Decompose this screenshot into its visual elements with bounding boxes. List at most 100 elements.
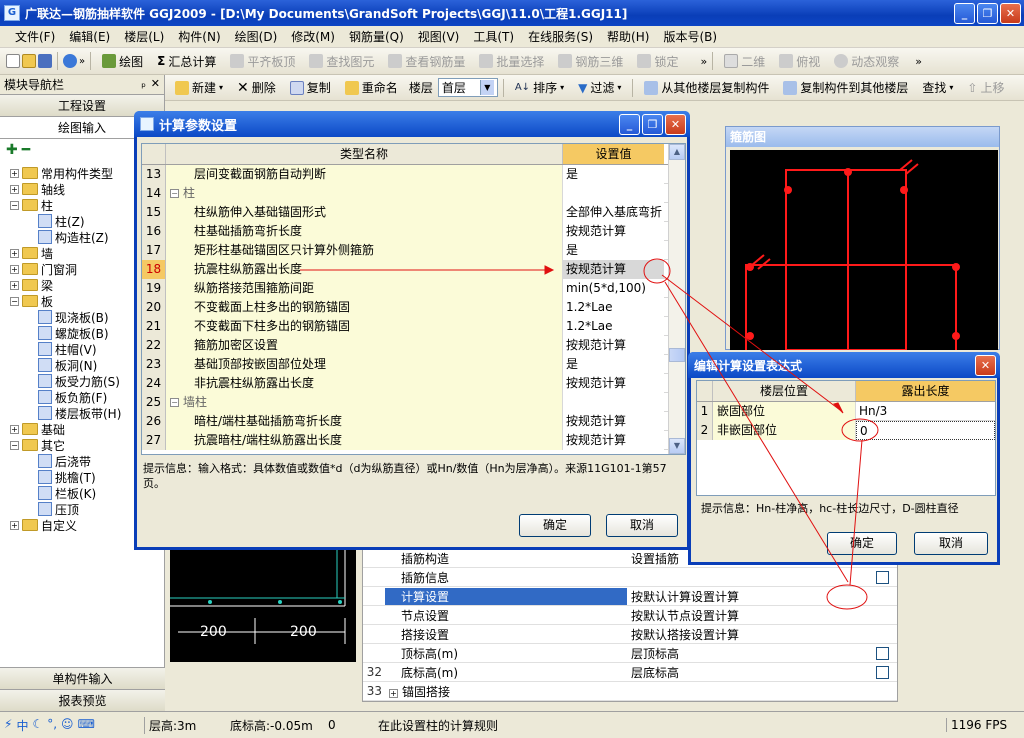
expand-icon[interactable]: + xyxy=(389,688,398,698)
menu-item-6[interactable]: 钢筋量(Q) xyxy=(342,28,411,45)
property-row[interactable]: 节点设置 按默认节点设置计算 xyxy=(363,606,897,625)
pin-icon[interactable]: ₚ xyxy=(141,77,146,90)
toolbar-overflow-icon-2[interactable]: » xyxy=(915,55,922,68)
collapse-icon[interactable]: − xyxy=(170,188,179,198)
single-element-input-button[interactable]: 单构件输入 xyxy=(0,667,165,689)
scroll-thumb[interactable] xyxy=(669,348,685,362)
dialog-maximize-button[interactable]: ❐ xyxy=(642,114,663,135)
keyboard-icon[interactable]: ⌨ xyxy=(78,717,95,734)
property-value[interactable]: 按默认搭接设置计算 xyxy=(627,626,867,643)
floor-select[interactable]: 首层 ▼ xyxy=(437,78,498,97)
punct-icon[interactable]: °, xyxy=(47,717,57,734)
property-value[interactable]: 按默认计算设置计算 xyxy=(627,588,867,605)
close-button[interactable]: ✕ xyxy=(1000,3,1021,24)
input-method-icons[interactable]: ⚡ 中 ☾ °, ☺ ⌨ xyxy=(0,717,144,734)
collapse-all-icon[interactable]: ━ xyxy=(22,142,30,158)
param-row[interactable]: 15 柱纵筋伸入基础锚固形式 全部伸入基底弯折 xyxy=(142,202,685,222)
save-icon[interactable] xyxy=(38,54,52,68)
param-row[interactable]: 27 抗震暗柱/端柱纵筋露出长度 按规范计算 xyxy=(142,430,685,450)
param-value[interactable]: 按规范计算 xyxy=(563,373,664,393)
expand-icon[interactable]: + xyxy=(10,168,19,178)
param-row[interactable]: 17 矩形柱基础锚固区只计算外侧箍筋 是 xyxy=(142,240,685,260)
dynamic-view-button[interactable]: 动态观察 xyxy=(828,50,905,72)
expand-all-icon[interactable]: ✚ xyxy=(6,142,18,158)
move-up-button[interactable]: ⇧ 上移 xyxy=(961,77,1010,99)
param-row[interactable]: 24 非抗震柱纵筋露出长度 按规范计算 xyxy=(142,373,685,393)
view-2d-combo[interactable]: 二维 xyxy=(718,50,771,72)
top-view-button[interactable]: 俯视 xyxy=(773,50,826,72)
param-row[interactable]: 20 不变截面上柱多出的钢筋锚固 1.2*Lae xyxy=(142,297,685,317)
param-value[interactable]: 全部伸入基底弯折 xyxy=(563,202,664,222)
report-preview-button[interactable]: 报表预览 xyxy=(0,689,165,711)
expand-icon[interactable]: + xyxy=(10,280,19,290)
expand-icon[interactable]: + xyxy=(10,264,19,274)
menu-item-1[interactable]: 编辑(E) xyxy=(62,28,117,45)
property-checkbox[interactable] xyxy=(875,665,889,679)
delete-element-button[interactable]: ✕ 删除 xyxy=(231,77,282,99)
draw-button[interactable]: 绘图 xyxy=(96,50,149,72)
menu-item-10[interactable]: 帮助(H) xyxy=(600,28,656,45)
scroll-up-icon[interactable]: ▲ xyxy=(669,144,685,160)
param-row[interactable]: 26 暗柱/端柱基础插筋弯折长度 按规范计算 xyxy=(142,411,685,431)
property-value[interactable]: 按默认节点设置计算 xyxy=(627,607,867,624)
param-value[interactable]: 按规范计算 xyxy=(563,411,664,431)
flat-top-button[interactable]: 平齐板顶 xyxy=(224,50,301,72)
param-value[interactable]: min(5*d,100) xyxy=(563,278,664,298)
sort-button[interactable]: A↓ 排序 ▾ xyxy=(509,77,570,99)
toolbar-overflow-icon[interactable]: » xyxy=(700,55,707,68)
param-row[interactable]: 16 柱基础插筋弯折长度 按规范计算 xyxy=(142,221,685,241)
menu-item-9[interactable]: 在线服务(S) xyxy=(521,28,600,45)
menu-item-2[interactable]: 楼层(L) xyxy=(117,28,171,45)
dialog2-close-button[interactable]: ✕ xyxy=(975,355,996,376)
collapse-icon[interactable]: − xyxy=(170,397,179,407)
filter-button[interactable]: ▼ 过滤 ▾ xyxy=(572,77,627,99)
param-row[interactable]: 25− 墙柱 xyxy=(142,392,685,412)
copy-to-floor-button[interactable]: 复制构件到其他楼层 xyxy=(777,77,914,99)
expand-icon[interactable]: + xyxy=(10,248,19,258)
property-row[interactable]: 搭接设置 按默认搭接设置计算 xyxy=(363,625,897,644)
rebar-3d-button[interactable]: 钢筋三维 xyxy=(552,50,629,72)
param-row[interactable]: 19 纵筋搭接范围箍筋间距 min(5*d,100) xyxy=(142,278,685,298)
minimize-button[interactable]: _ xyxy=(954,3,975,24)
cancel-button[interactable]: 取消 xyxy=(606,514,678,537)
sum-calc-button[interactable]: Σ 汇总计算 xyxy=(151,50,222,72)
new-element-button[interactable]: 新建 ▾ xyxy=(169,77,229,99)
dialog2-cancel-button[interactable]: 取消 xyxy=(914,532,988,555)
expression-row[interactable]: 1 嵌固部位 Hn/3 xyxy=(697,401,995,421)
expand-icon[interactable]: + xyxy=(10,184,19,194)
undo-icon[interactable] xyxy=(63,54,77,68)
param-value[interactable]: 是 xyxy=(563,164,664,184)
param-value[interactable]: 1.2*Lae xyxy=(563,297,664,317)
param-row[interactable]: 22 箍筋加密区设置 按规范计算 xyxy=(142,335,685,355)
user-icon[interactable]: ☺ xyxy=(61,717,74,734)
property-checkbox[interactable] xyxy=(875,646,889,660)
new-file-icon[interactable] xyxy=(6,54,20,68)
nav-close-icon[interactable]: ✕ xyxy=(151,77,160,90)
menu-item-8[interactable]: 工具(T) xyxy=(466,28,521,45)
dialog-close-button[interactable]: ✕ xyxy=(665,114,686,135)
collapse-icon[interactable]: − xyxy=(10,440,19,450)
open-folder-icon[interactable] xyxy=(22,54,36,68)
moon-icon[interactable]: ☾ xyxy=(32,717,43,734)
expand-icon[interactable]: + xyxy=(10,520,19,530)
param-value[interactable] xyxy=(563,183,664,203)
param-row[interactable]: 18 抗震柱纵筋露出长度 按规范计算 xyxy=(142,259,685,279)
param-value[interactable]: 1.2*Lae xyxy=(563,316,664,336)
property-value[interactable]: 层底标高 xyxy=(627,664,867,681)
dialog-minimize-button[interactable]: _ xyxy=(619,114,640,135)
batch-select-button[interactable]: 批量选择 xyxy=(473,50,550,72)
param-value[interactable]: 按规范计算 xyxy=(563,259,664,279)
exposed-length-value[interactable]: Hn/3 xyxy=(856,402,995,421)
param-value[interactable]: 是 xyxy=(563,240,664,260)
find-button[interactable]: 查找 ▾ xyxy=(916,77,959,99)
copy-from-floor-button[interactable]: 从其他楼层复制构件 xyxy=(638,77,775,99)
property-row[interactable]: 插筋信息 xyxy=(363,568,897,587)
param-value[interactable]: 是 xyxy=(563,354,664,374)
property-row[interactable]: 计算设置 按默认计算设置计算 xyxy=(363,587,897,606)
dialog2-ok-button[interactable]: 确定 xyxy=(827,532,897,555)
ok-button[interactable]: 确定 xyxy=(519,514,591,537)
menu-item-11[interactable]: 版本号(B) xyxy=(656,28,724,45)
menu-item-7[interactable]: 视图(V) xyxy=(411,28,467,45)
property-row[interactable]: 顶标高(m) 层顶标高 xyxy=(363,644,897,663)
restore-button[interactable]: ❐ xyxy=(977,3,998,24)
